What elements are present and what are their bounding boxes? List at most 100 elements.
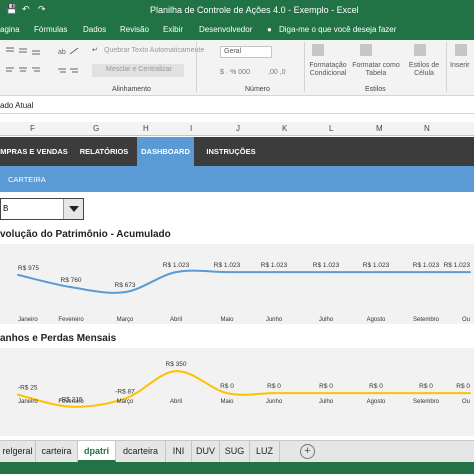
data-label: R$ 0 <box>319 383 333 390</box>
group-divider <box>304 42 305 92</box>
sheet-tab-ini[interactable]: INI <box>166 441 192 462</box>
tab-dados[interactable]: Dados <box>83 25 106 34</box>
group-label-alignment: Alinhamento <box>112 86 151 93</box>
chevron-down-icon[interactable] <box>63 199 83 219</box>
title-bar: 💾 ↶ ↷ Planilha de Controle de Ações 4.0 … <box>0 0 474 20</box>
align-top-icons[interactable] <box>4 46 44 56</box>
data-label: R$ 975 <box>18 265 39 272</box>
column-header-n[interactable]: N <box>424 124 430 133</box>
series-line <box>17 370 470 408</box>
conditional-formatting-button[interactable]: Formatação Condicional <box>306 62 350 78</box>
data-label: R$ 1.023 <box>214 262 241 269</box>
cell-styles-button[interactable]: Estilos de Célula <box>404 62 444 78</box>
group-label-styles: Estilos <box>365 86 386 93</box>
tab-formulas[interactable]: Fórmulas <box>34 25 67 34</box>
number-format-icons[interactable]: $ · % 000 ,00 ,0 <box>218 66 298 76</box>
chart-ganhos-perdas: -R$ 25 Janeiro -R$ 215 Fevereiro -R$ 87 Março… <box>0 348 474 436</box>
number-format-value: Geral <box>224 48 242 55</box>
tab-desenvolvedor[interactable]: Desenvolvedor <box>199 25 252 34</box>
tab-revisao[interactable]: Revisão <box>120 25 149 34</box>
wrap-text-button[interactable]: Quebrar Texto Automaticamente <box>104 47 204 54</box>
merge-center-button[interactable]: Mesclar e Centralizar <box>92 64 184 77</box>
sheet-tab-label: SUG <box>224 446 245 456</box>
data-point <box>175 370 177 373</box>
orientation-icon[interactable]: ab <box>56 46 82 56</box>
tab-pagina[interactable]: agina <box>0 25 20 34</box>
nav-relatorios[interactable]: RELATÓRIOS <box>74 137 134 166</box>
tell-me-search[interactable]: Diga-me o que você deseja fazer <box>279 25 396 34</box>
redo-icon[interactable]: ↷ <box>38 4 46 15</box>
insert-button[interactable]: Inserir <box>450 62 469 69</box>
number-format-select[interactable]: Geral <box>220 46 272 58</box>
x-tick-label: Abril <box>170 317 182 323</box>
x-tick-label: Junho <box>266 317 283 323</box>
data-label: R$ 350 <box>166 361 187 368</box>
sheet-tab-duv[interactable]: DUV <box>192 441 220 462</box>
x-tick-label: Janeiro <box>18 399 38 405</box>
save-icon[interactable]: 💾 <box>6 4 17 15</box>
tab-exibir[interactable]: Exibir <box>163 25 183 34</box>
data-point <box>226 271 228 274</box>
data-point <box>469 271 471 274</box>
data-point <box>124 291 126 294</box>
column-header-f[interactable]: F <box>30 124 35 133</box>
align-horizontal-icons[interactable] <box>4 66 44 76</box>
x-tick-label: Maio <box>220 317 234 323</box>
chart-patrimonio: R$ 975 Janeiro R$ 760 Fevereiro R$ 673 Março R… <box>0 244 474 324</box>
column-header-h[interactable]: H <box>143 124 149 133</box>
data-point <box>469 392 471 395</box>
data-point <box>17 393 19 396</box>
asset-selector[interactable]: B <box>0 198 84 220</box>
lightbulb-icon: ● <box>267 25 272 34</box>
column-header-l[interactable]: L <box>329 124 333 133</box>
column-header-j[interactable]: J <box>236 124 240 133</box>
nav-carteira[interactable]: CARTEIRA <box>8 175 46 184</box>
sheet-tab-sug[interactable]: SUG <box>220 441 250 462</box>
sheet-tab-dcarteira[interactable]: dcarteira <box>116 441 166 462</box>
undo-icon[interactable]: ↶ <box>22 4 30 15</box>
nav-compras-vendas[interactable]: MPRAS E VENDAS <box>0 137 68 166</box>
x-tick-label: Janeiro <box>18 317 38 323</box>
column-header-g[interactable]: G <box>93 124 99 133</box>
series-line <box>17 269 470 294</box>
sheet-tab-dpatri[interactable]: dpatri <box>78 441 116 462</box>
sheet-tab-label: DUV <box>195 446 215 456</box>
format-as-table-button[interactable]: Formatar como Tabela <box>352 62 400 78</box>
sheet-tab-carteira[interactable]: carteira <box>36 441 78 462</box>
nav-dashboard[interactable]: DASHBOARD <box>137 137 194 166</box>
column-header-k[interactable]: K <box>282 124 287 133</box>
wrap-text-icon: ↵ <box>92 47 98 54</box>
formula-bar[interactable]: ado Atual <box>0 98 474 114</box>
cell-styles-icon <box>414 44 426 56</box>
data-label: R$ 1.023 <box>163 262 190 269</box>
data-label: R$ 0 <box>267 383 281 390</box>
ribbon: ab ↵ Quebrar Texto Automaticamente Mescl… <box>0 40 474 96</box>
x-tick-label: Março <box>117 317 134 323</box>
data-point <box>375 392 377 395</box>
column-header-m[interactable]: M <box>376 124 383 133</box>
data-point <box>70 286 72 289</box>
data-point <box>425 392 427 395</box>
data-point <box>17 273 19 276</box>
group-divider <box>196 42 197 92</box>
sheet-tab-luz[interactable]: LUZ <box>250 441 280 462</box>
data-label: R$ 1.023 <box>313 262 340 269</box>
add-sheet-icon[interactable]: + <box>300 444 315 459</box>
chart-title-patrimonio: volução do Patrimônio - Acumulado <box>0 229 171 240</box>
column-headers: F G H I J K L M N <box>0 122 474 136</box>
nav-label: RELATÓRIOS <box>79 147 129 156</box>
x-tick-label: Março <box>117 399 134 405</box>
x-tick-label: Fevereiro <box>58 317 84 323</box>
sheet-tab-label: INI <box>172 446 185 456</box>
indent-icons[interactable] <box>56 66 82 76</box>
sheet-tab-label: dcarteira <box>122 446 158 456</box>
nav-instrucoes[interactable]: INSTRUÇÕES <box>200 137 262 166</box>
format-table-icon <box>360 44 372 56</box>
data-point <box>70 405 72 408</box>
asset-selector-value: B <box>3 204 9 213</box>
column-header-i[interactable]: I <box>190 124 192 133</box>
sheet-tab-label: dpatri <box>83 446 109 456</box>
sheet-tab-relgeral[interactable]: relgeral <box>0 441 36 462</box>
data-point <box>425 271 427 274</box>
data-point <box>325 392 327 395</box>
